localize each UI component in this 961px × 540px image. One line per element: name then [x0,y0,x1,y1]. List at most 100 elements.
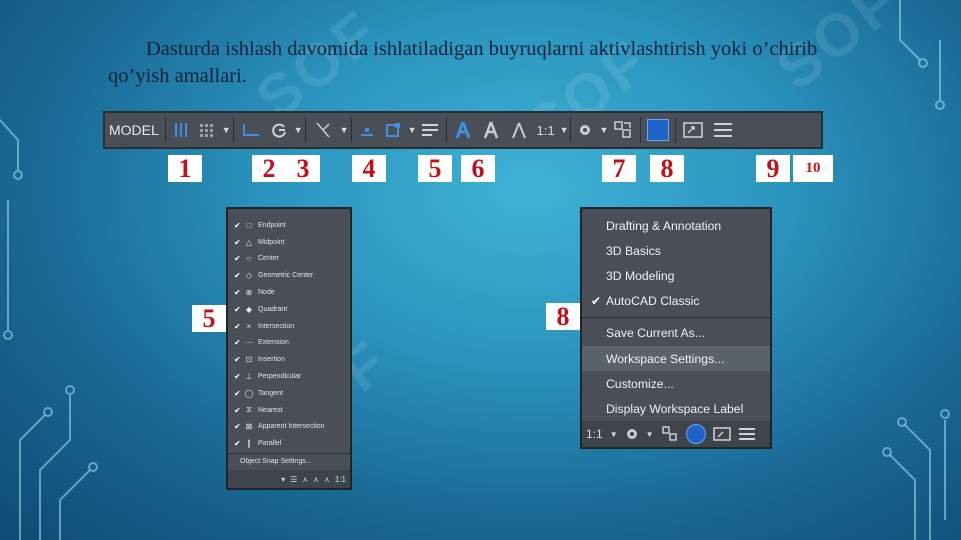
geometric-center-icon: ◇ [245,271,253,281]
chevron-down-icon[interactable]: ▼ [610,430,618,439]
osnap-item-label: Node [258,289,275,297]
isolate-objects-button[interactable] [643,115,673,145]
snap-mode-button[interactable] [194,115,220,145]
checkmark-icon: ✔ [234,439,241,449]
osnap-item-label: Quadrant [258,305,288,313]
gear-icon[interactable] [625,427,639,441]
workspace-item[interactable]: Drafting & Annotation [582,213,770,238]
osnap-item-label: Center [258,255,280,263]
object-snap-tracking-button[interactable] [354,115,380,145]
annotation-visibility-icon[interactable]: ⋏ [302,475,308,484]
checkmark-icon: ✔ [234,288,241,298]
callout-7: 7 [602,155,636,182]
chevron-down-icon[interactable]: ▾ [281,475,285,484]
parallel-icon: ∥ [247,439,251,449]
callout-1: 1 [168,155,202,182]
object-snap-menu: ✔ □ Endpoint ✔ △ Midpoint ✔ ○ Center ✔ ◇ Geometric … [226,207,352,490]
chevron-down-icon[interactable]: ▼ [599,115,608,145]
checkmark-icon: ✔ [234,271,241,281]
osnap-item[interactable]: ✔ ⧖ Nearest [228,402,350,419]
model-button[interactable]: MODEL [105,115,163,145]
callout-3: 3 [286,155,320,182]
osnap-item-label: Perpendicular [258,373,302,381]
osnap-mini-statusbar: ▾ ☰ ⋏ ⋏ ⋏ 1:1 [228,470,350,488]
checkmark-icon: ✔ [234,321,241,331]
checkmark-icon: ✔ [234,422,241,432]
ortho-mode-button[interactable] [236,115,266,145]
isolate-objects-icon[interactable] [685,424,706,444]
slide-title: Dasturda ishlash davomida ishlatiladigan… [108,38,818,87]
osnap-item[interactable]: ✔ ◆ Quadrant [228,301,350,318]
hamburger-menu-icon [714,123,733,137]
chevron-down-icon[interactable]: ▼ [646,430,654,439]
grid-display-button[interactable] [168,115,194,145]
chevron-down-icon[interactable]: ▼ [222,115,231,145]
osnap-item-label: Intersection [258,322,295,330]
checkmark-icon: ✔ [234,338,241,348]
fullscreen-icon[interactable] [712,427,731,441]
annotation-scale-value[interactable]: 1:1 [586,427,603,441]
workspace-item[interactable]: 3D Basics [582,238,770,263]
object-snap-settings-item[interactable]: Object Snap Settings... [228,453,350,469]
status-bar: MODEL ▼ ▼ ▼ ▼ 1:1 ▼ ▼ [103,111,823,149]
center-icon: ○ [246,254,252,264]
workspace-actions: Save Current As... Workspace Settings... C… [582,321,770,422]
node-icon: ⊗ [245,288,253,298]
workspace-action[interactable]: Display Workspace Label [582,396,770,421]
isolate-objects-icon [647,119,670,141]
workspace-switching-button[interactable] [573,115,597,145]
osnap-item[interactable]: ✔ ⊡ Insertion [228,351,350,368]
osnap-item[interactable]: ✔ ∥ Parallel [228,435,350,452]
customization-button[interactable] [708,115,738,145]
workspace-item[interactable]: 3D Modeling [582,263,770,288]
osnap-item[interactable]: ✔ □ Endpoint [228,217,350,234]
callout-5: 5 [418,155,452,182]
osnap-item[interactable]: ✔ ⊗ Node [228,284,350,301]
osnap-item[interactable]: ✔ △ Midpoint [228,234,350,251]
lineweight-button[interactable] [416,115,444,145]
annotation-visibility-button[interactable] [449,115,477,145]
workspace-item[interactable]: ✔ AutoCAD Classic [582,289,770,314]
osnap-item[interactable]: ✔ ⋯ Extension [228,335,350,352]
auto-scale-icon[interactable]: ⋏ [313,475,319,484]
lineweight-icon [422,124,439,136]
clean-screen-button[interactable] [678,115,708,145]
isodraft-button[interactable] [308,115,338,145]
workspace-item-label: AutoCAD Classic [606,294,700,309]
chevron-down-icon[interactable]: ▼ [340,115,349,145]
osnap-item-label: Nearest [258,406,283,414]
lineweight-icon[interactable]: ☰ [290,475,297,484]
osnap-item[interactable]: ✔ ◯ Tangent [228,385,350,402]
hamburger-menu-icon[interactable] [738,427,756,441]
workspace-menu: Drafting & Annotation 3D Basics 3D Modelin… [580,207,772,449]
object-snap-button[interactable] [380,115,406,145]
osnap-item[interactable]: ✔ ○ Center [228,251,350,268]
checkmark-icon: ✔ [234,355,241,365]
osnap-item-label: Midpoint [258,238,285,246]
osnap-item[interactable]: ✔ ⊥ Perpendicular [228,368,350,385]
annotation-scale-icon[interactable]: ⋏ [324,475,330,484]
workspace-list: Drafting & Annotation 3D Basics 3D Modelin… [582,213,770,314]
grid-icon [174,123,187,137]
workspace-action[interactable]: Customize... [582,371,770,396]
workspace-action[interactable]: Save Current As... [582,321,770,346]
workspace-item-label: 3D Basics [606,243,661,258]
workspace-action[interactable]: Workspace Settings... [582,345,770,372]
chevron-down-icon[interactable]: ▼ [294,115,303,145]
annotation-monitor-icon[interactable] [661,425,679,443]
annotation-monitor-button[interactable] [608,115,638,145]
polar-tracking-button[interactable] [266,115,292,145]
annotation-scale-icon [512,122,527,139]
osnap-item-label: Apparent Intersection [258,423,325,431]
auto-scale-button[interactable] [477,115,505,145]
osnap-item[interactable]: ✔ ⊠ Apparent Intersection [228,419,350,436]
osnap-item[interactable]: ✔ × Intersection [228,318,350,335]
annotation-scale-value[interactable]: 1:1 [533,115,557,145]
osnap-item[interactable]: ✔ ◇ Geometric Center [228,267,350,284]
annotation-scale-value[interactable]: 1:1 [335,475,346,484]
chevron-down-icon[interactable]: ▼ [560,115,569,145]
annotation-visibility-icon [456,121,471,139]
gear-icon [580,125,591,135]
chevron-down-icon[interactable]: ▼ [408,115,417,145]
annotation-scale-icon-button[interactable] [505,115,533,145]
